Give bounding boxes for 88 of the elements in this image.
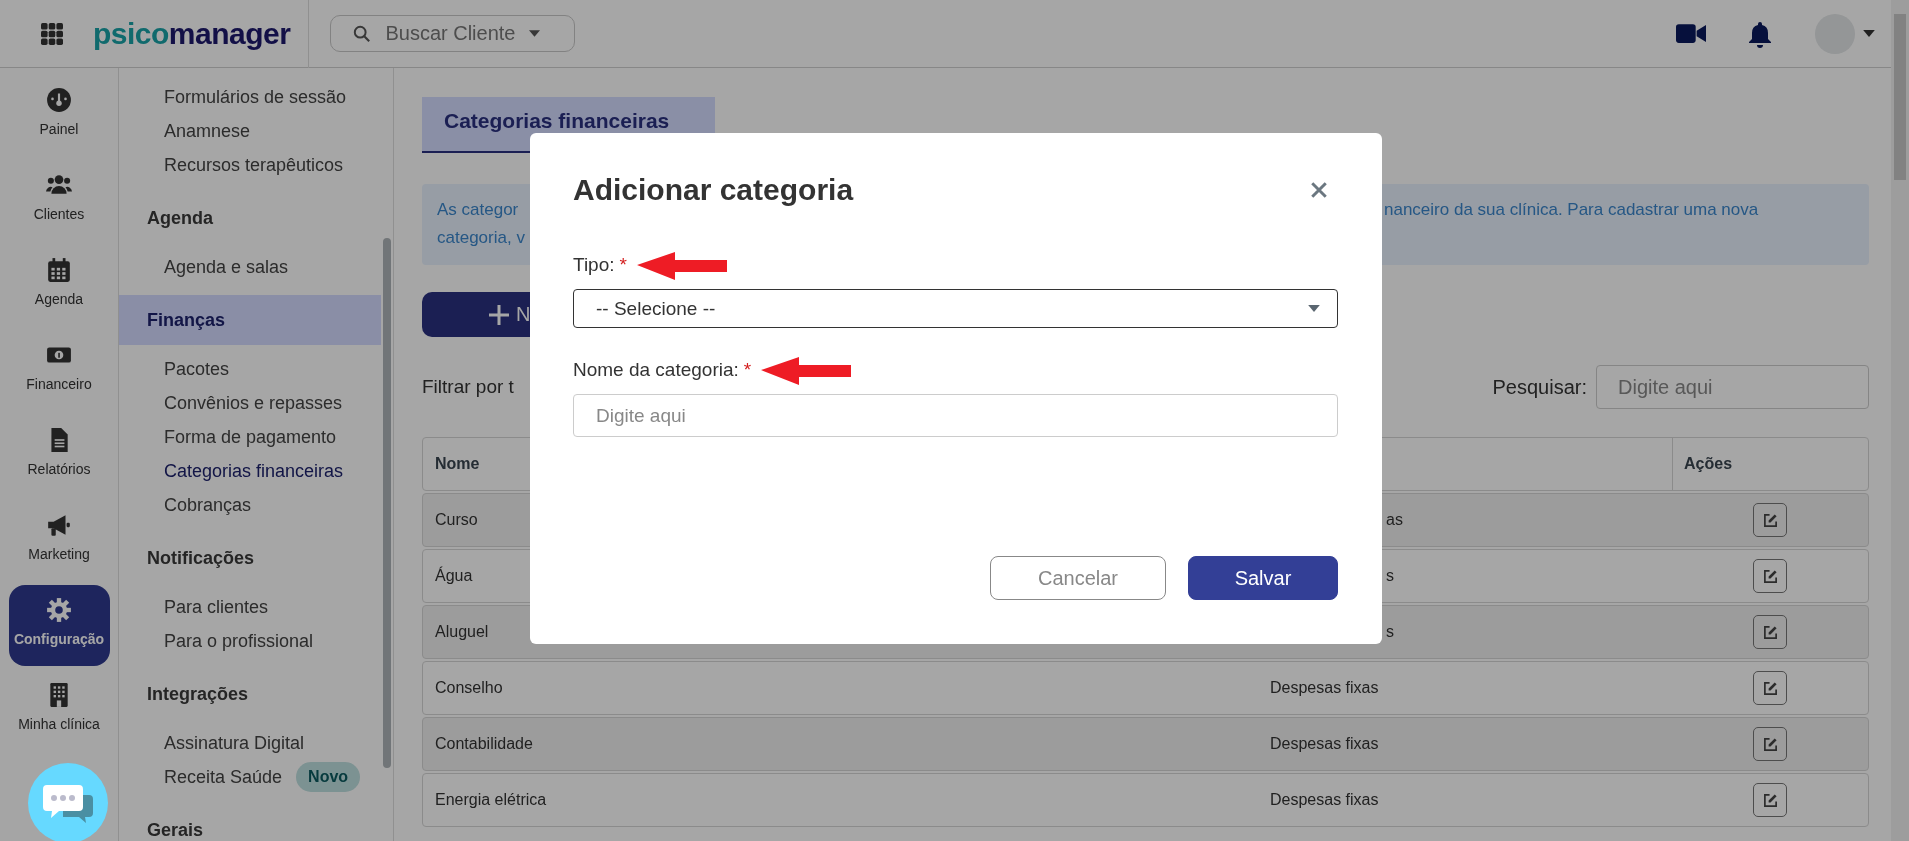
edit-button[interactable]: [1753, 503, 1787, 537]
column-header: Nome: [434, 455, 481, 473]
menu-item[interactable]: Assinatura Digital: [164, 732, 305, 754]
edit-icon: [1762, 624, 1778, 640]
rail-item[interactable]: Minha clínica: [8, 670, 110, 751]
logo[interactable]: psicomanager: [93, 18, 291, 49]
table-cell: Despesas fixas: [1270, 735, 1379, 753]
client-search[interactable]: Buscar Cliente: [330, 15, 576, 52]
menu-item[interactable]: Categorias financeiras: [164, 460, 344, 482]
edit-icon: [1762, 680, 1778, 696]
column-header: Ações: [1672, 438, 1868, 490]
table-cell: Aluguel: [435, 623, 489, 641]
edit-icon: [1762, 512, 1778, 528]
category-name-field[interactable]: Digite aqui: [573, 394, 1338, 437]
scrollbar-thumb[interactable]: [383, 238, 391, 768]
menu-section[interactable]: Gerais: [119, 805, 381, 841]
info-text: categoria, v: [437, 227, 525, 249]
caret-icon: [1308, 305, 1320, 312]
table-cell: Despesas fixas: [1270, 791, 1379, 809]
edit-icon: [1762, 736, 1778, 752]
gear-icon: [46, 597, 72, 623]
table-cell: Conselho: [435, 679, 503, 697]
menu-item[interactable]: Agenda e salas: [164, 256, 289, 278]
edit-icon: [1762, 568, 1778, 584]
table-cell: s: [1386, 623, 1394, 641]
edit-button[interactable]: [1753, 615, 1787, 649]
menu-section[interactable]: Notificações: [119, 533, 381, 583]
rail-item[interactable]: Configuração: [8, 585, 110, 666]
rail-item[interactable]: Agenda: [8, 245, 110, 326]
calendar-icon: [46, 257, 72, 283]
chat-bubbles-icon: [43, 783, 93, 823]
edit-button[interactable]: [1753, 783, 1787, 817]
cancel-button[interactable]: Cancelar: [990, 556, 1166, 600]
table-cell: Energia elétrica: [435, 791, 547, 809]
dialog-title: Adicionar categoria: [573, 173, 854, 207]
required-mark: *: [743, 359, 752, 381]
menu-section[interactable]: Finanças: [119, 295, 381, 345]
field-label: Nome da categoria:: [573, 359, 739, 381]
table-cell: Contabilidade: [435, 735, 533, 753]
menu-item[interactable]: Forma de pagamento: [164, 426, 337, 448]
menu-item[interactable]: Formulários de sessão: [164, 86, 347, 108]
save-button[interactable]: Salvar: [1188, 556, 1338, 600]
filter-label: Filtrar por t: [422, 376, 514, 398]
edit-icon: [1762, 792, 1778, 808]
search-icon: [353, 24, 372, 43]
info-text: As categor: [437, 199, 519, 221]
rail-item[interactable]: Financeiro: [8, 330, 110, 411]
video-camera-icon[interactable]: [1676, 23, 1706, 44]
edit-button[interactable]: [1753, 727, 1787, 761]
menu-item[interactable]: Cobranças: [164, 494, 252, 516]
search-field[interactable]: Digite aqui: [1596, 365, 1869, 409]
page-scrollbar[interactable]: [1891, 0, 1909, 841]
close-icon[interactable]: [1310, 181, 1328, 199]
search-label: Pesquisar:: [1492, 375, 1587, 399]
megaphone-icon: [46, 512, 72, 538]
menu-item[interactable]: Para clientes: [164, 596, 269, 618]
bell-icon[interactable]: [1748, 19, 1772, 48]
menu-item[interactable]: Recursos terapêuticos: [164, 154, 344, 176]
menu-item[interactable]: Convênios e repasses: [164, 392, 343, 414]
menu-item[interactable]: Anamnese: [164, 120, 251, 142]
table-cell: Água: [435, 567, 473, 585]
rail-item[interactable]: Marketing: [8, 500, 110, 581]
arrow-icon: [761, 355, 852, 385]
table-cell: Curso: [435, 511, 478, 529]
caret-icon: [529, 30, 541, 37]
edit-button[interactable]: [1753, 559, 1787, 593]
caret-icon[interactable]: [1863, 30, 1875, 37]
info-text: nanceiro da sua clínica. Para cadastrar uma nova: [1384, 199, 1759, 221]
menu-section[interactable]: Integrações: [119, 669, 381, 719]
arrow-icon: [636, 250, 727, 280]
field-label: Tipo:: [573, 254, 615, 276]
edit-button[interactable]: [1753, 671, 1787, 705]
plus-icon: [489, 304, 509, 325]
menu-section[interactable]: Agenda: [119, 193, 381, 243]
menu-item[interactable]: Receita Saúde: [164, 766, 283, 788]
table-cell: as: [1386, 511, 1403, 529]
menu-item[interactable]: Para o profissional: [164, 630, 314, 652]
rail-item[interactable]: Relatórios: [8, 415, 110, 496]
required-mark: *: [619, 254, 627, 276]
apps-grid-icon[interactable]: [41, 22, 63, 45]
rail-item[interactable]: Clientes: [8, 160, 110, 241]
table-cell: Despesas fixas: [1270, 679, 1379, 697]
type-select[interactable]: -- Selecione --: [573, 289, 1338, 328]
table-cell: s: [1386, 567, 1394, 585]
new-badge: Novo: [296, 762, 361, 792]
menu-item[interactable]: Pacotes: [164, 358, 230, 380]
rail-item[interactable]: Painel: [8, 75, 110, 156]
gauge-icon: [46, 87, 72, 113]
